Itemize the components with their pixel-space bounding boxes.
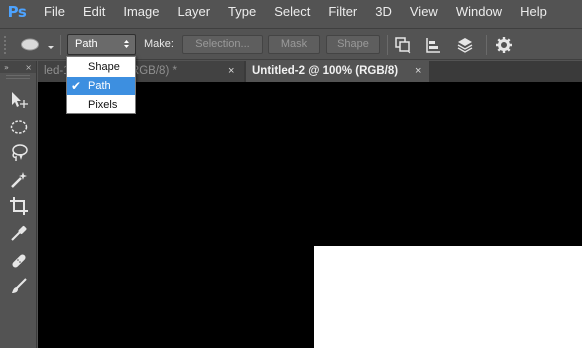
tools-panel-header: » ×	[0, 61, 36, 73]
dropdown-option-path[interactable]: ✔ Path	[67, 77, 135, 95]
menu-layer[interactable]: Layer	[169, 0, 220, 24]
menu-file[interactable]: File	[34, 0, 74, 24]
menu-view[interactable]: View	[401, 0, 447, 24]
path-operations-icon[interactable]	[394, 36, 412, 54]
brush-tool-icon[interactable]	[8, 275, 30, 297]
checkmark-icon: ✔	[71, 79, 82, 93]
close-icon[interactable]: ×	[25, 63, 32, 72]
path-alignment-icon[interactable]	[424, 36, 442, 54]
make-mask-button[interactable]: Mask	[268, 35, 320, 54]
canvas-white-region	[314, 246, 582, 348]
tools-panel-grip[interactable]	[6, 75, 30, 79]
updown-arrows-icon	[123, 38, 130, 57]
menu-edit[interactable]: Edit	[74, 0, 114, 24]
close-icon[interactable]: ×	[228, 61, 234, 82]
menu-window[interactable]: Window	[447, 0, 511, 24]
dropdown-option-pixels[interactable]: Pixels	[67, 96, 135, 114]
move-tool-icon[interactable]	[8, 89, 30, 111]
menu-select[interactable]: Select	[265, 0, 319, 24]
separator	[387, 35, 388, 55]
magic-wand-tool-icon[interactable]	[8, 169, 30, 191]
close-icon[interactable]: ×	[415, 61, 421, 82]
tool-mode-value: Path	[75, 38, 98, 50]
menu-3d[interactable]: 3D	[366, 0, 401, 24]
ellipse-preset-icon[interactable]	[20, 38, 40, 51]
tool-mode-dropdown: Shape ✔ Path Pixels	[66, 56, 136, 114]
dropdown-option-label: Path	[88, 80, 111, 92]
dropdown-option-shape[interactable]: Shape	[67, 58, 135, 76]
gear-icon[interactable]	[495, 36, 513, 54]
crop-tool-icon[interactable]	[8, 195, 30, 217]
menu-filter[interactable]: Filter	[319, 0, 366, 24]
tool-mode-select[interactable]: Path	[67, 34, 136, 55]
menu-help[interactable]: Help	[511, 0, 556, 24]
path-arrangement-icon[interactable]	[456, 36, 474, 54]
tab-label: Untitled-2 @ 100% (RGB/8)	[252, 65, 399, 77]
menu-image[interactable]: Image	[114, 0, 168, 24]
make-label: Make:	[144, 38, 174, 50]
make-selection-button[interactable]: Selection...	[182, 35, 263, 54]
make-shape-button[interactable]: Shape	[326, 35, 380, 54]
elliptical-marquee-tool-icon[interactable]	[8, 116, 30, 138]
collapse-icon[interactable]: »	[4, 63, 9, 72]
document-tab-active[interactable]: Untitled-2 @ 100% (RGB/8) ×	[246, 61, 429, 82]
options-bar-grip[interactable]	[3, 35, 7, 55]
document-canvas[interactable]	[38, 82, 582, 348]
menu-type[interactable]: Type	[219, 0, 265, 24]
lasso-tool-icon[interactable]	[8, 142, 30, 164]
separator	[60, 35, 61, 55]
healing-brush-tool-icon[interactable]	[8, 250, 30, 272]
eyedropper-tool-icon[interactable]	[8, 222, 30, 244]
photoshop-logo: Ps	[7, 3, 27, 21]
preset-dropdown-arrow-icon[interactable]	[46, 39, 56, 49]
menu-bar: Ps File Edit Image Layer Type Select Fil…	[0, 0, 582, 24]
tools-panel: » ×	[0, 61, 37, 348]
separator	[486, 35, 487, 55]
